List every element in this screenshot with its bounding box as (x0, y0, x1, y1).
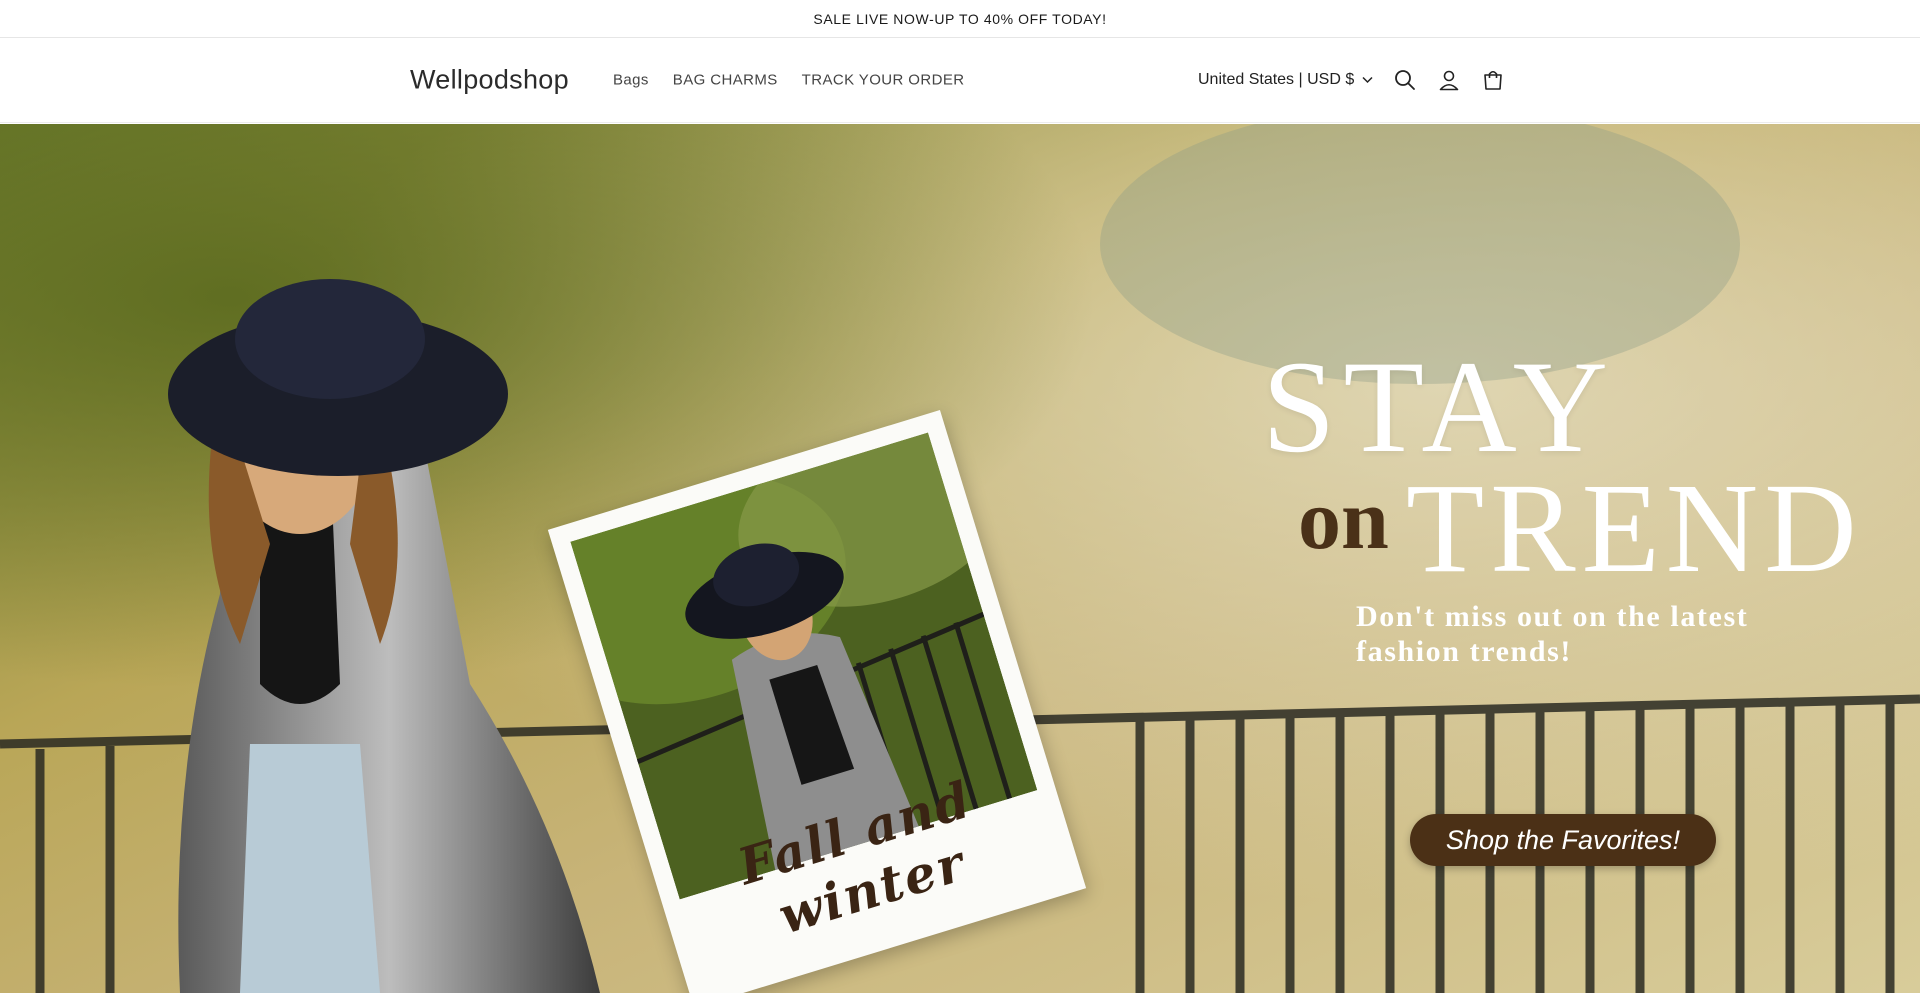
hero-subtext: Don't miss out on the latest fashion tre… (1356, 600, 1816, 669)
account-button[interactable] (1437, 68, 1461, 92)
cart-icon (1484, 70, 1503, 90)
site-logo[interactable]: Wellpodshop (410, 65, 569, 96)
country-currency-selector[interactable]: United States | USD $ (1198, 71, 1373, 89)
nav-item-bags[interactable]: Bags (613, 72, 649, 89)
search-icon (1395, 70, 1416, 90)
announcement-text: SALE LIVE NOW-UP TO 40% OFF TODAY! (813, 10, 1107, 27)
hero-headline-trend: TREND (1406, 457, 1863, 599)
country-currency-label: United States | USD $ (1198, 71, 1355, 88)
nav-item-bag-charms[interactable]: BAG CHARMS (673, 72, 778, 89)
search-button[interactable] (1393, 68, 1417, 92)
site-header: Wellpodshop Bags BAG CHARMS TRACK YOUR O… (0, 38, 1920, 123)
hero-subtext-line2: fashion trends! (1356, 634, 1572, 668)
main-nav: Bags BAG CHARMS TRACK YOUR ORDER (613, 72, 964, 89)
announcement-bar: SALE LIVE NOW-UP TO 40% OFF TODAY! (0, 0, 1920, 38)
hero-subtext-line1: Don't miss out on the latest (1356, 600, 1749, 633)
shop-favorites-button[interactable]: Shop the Favorites! (1410, 814, 1716, 866)
account-icon (1439, 70, 1459, 91)
hero-banner: Fall and winter STAY on TREND Don't miss… (0, 124, 1920, 993)
chevron-down-icon (1362, 76, 1373, 84)
header-actions: United States | USD $ (1198, 68, 1505, 92)
hero-headline-on: on (1298, 471, 1389, 567)
nav-item-track-order[interactable]: TRACK YOUR ORDER (802, 72, 965, 89)
hero-headline-stay: STAY (1262, 333, 1617, 480)
cart-button[interactable] (1481, 68, 1505, 92)
